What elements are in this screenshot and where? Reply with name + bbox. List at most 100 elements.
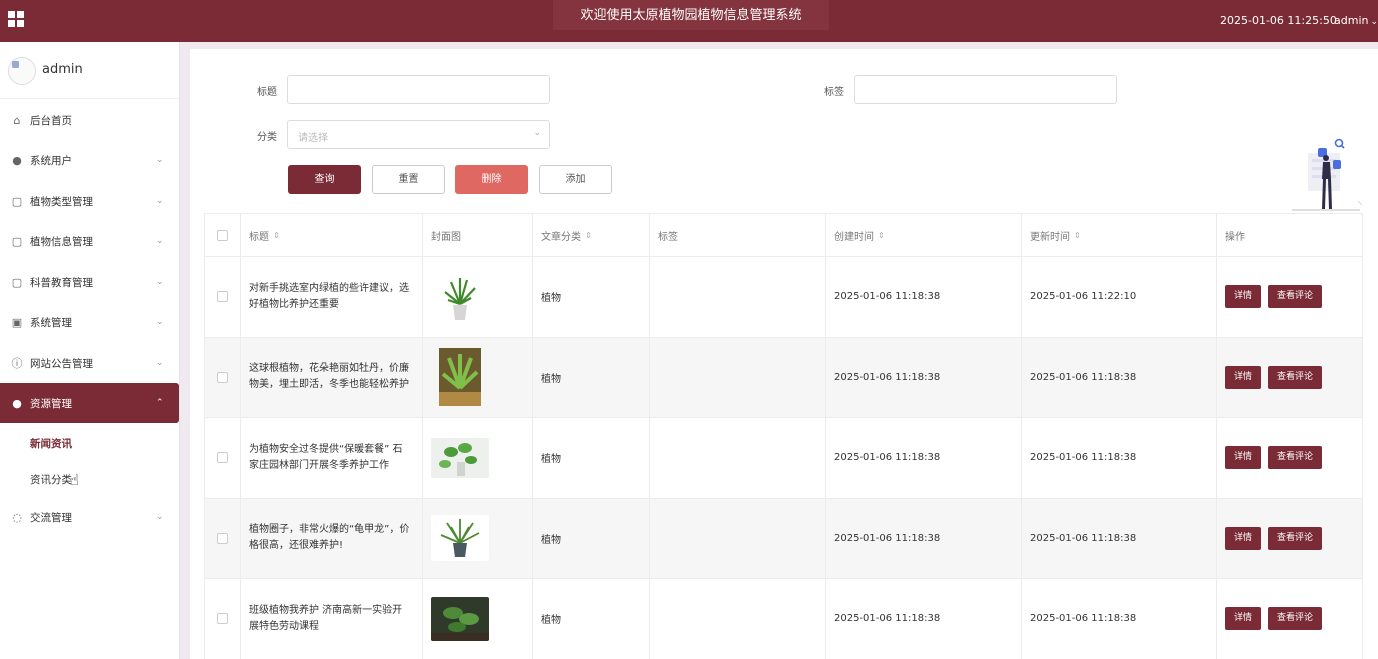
detail-button[interactable]: 详情 (1225, 526, 1262, 550)
row-checkbox[interactable] (217, 291, 228, 303)
view-comments-button[interactable]: 查看评论 (1268, 526, 1323, 550)
sidebar-item-announcements[interactable]: ⓘ 网站公告管理 ⌄ (0, 343, 179, 383)
detail-button[interactable]: 详情 (1225, 365, 1262, 389)
search-illustration (1292, 138, 1363, 211)
sidebar-item-label: 科普教育管理 (30, 276, 93, 289)
header-datetime: 2025-01-06 11:25:50 (1220, 14, 1337, 27)
chevron-up-icon: ⌃ (156, 398, 164, 408)
title-filter-input[interactable] (287, 75, 550, 104)
avatar (8, 57, 36, 85)
row-actions: 详情 查看评论 (1217, 338, 1364, 418)
title-filter-label: 标题 (257, 87, 277, 98)
sidebar-item-communication[interactable]: ◌ 交流管理 ⌄ (0, 497, 179, 537)
col-title-header[interactable]: 标题 ⇕ (241, 214, 423, 256)
row-checkbox[interactable] (217, 532, 228, 544)
doc-icon: ▢ (11, 194, 23, 208)
sidebar-subitem-news[interactable]: 新闻资讯 (30, 436, 72, 451)
row-updated: 2025-01-06 11:18:38 (1022, 418, 1217, 498)
category-select[interactable]: 请选择 ⌄ (287, 120, 550, 149)
row-updated: 2025-01-06 11:18:38 (1022, 337, 1217, 417)
row-created: 2025-01-06 11:18:38 (826, 257, 1022, 337)
category-filter-label: 分类 (257, 132, 277, 143)
sidebar-item-plant-info[interactable]: ▢ 植物信息管理 ⌄ (0, 221, 179, 261)
col-cover-label: 封面图 (431, 231, 461, 243)
sidebar-item-education[interactable]: ▢ 科普教育管理 ⌄ (0, 262, 179, 302)
row-category: 植物 (533, 498, 650, 578)
delete-button[interactable]: 删除 (455, 165, 528, 194)
sidebar-subitem-news-category[interactable]: 资讯分类 (30, 472, 72, 487)
row-title: 为植物安全过冬提供“保暖套餐” 石家庄园林部门开展冬季养护工作 (241, 418, 423, 498)
row-actions: 详情 查看评论 (1217, 579, 1364, 659)
row-created: 2025-01-06 11:18:38 (826, 337, 1022, 417)
row-checkbox[interactable] (217, 452, 228, 464)
sidebar-item-system-users[interactable]: ● 系统用户 ⌄ (0, 140, 179, 180)
category-select-placeholder: 请选择 (298, 133, 328, 144)
col-updated-header[interactable]: 更新时间 ⇕ (1022, 214, 1217, 256)
sort-icon: ⇕ (273, 230, 280, 240)
col-created-label: 创建时间 (834, 231, 874, 243)
row-actions: 详情 查看评论 (1217, 499, 1364, 579)
plant-thumbnail (431, 596, 489, 641)
sidebar-item-system[interactable]: ▣ 系统管理 ⌄ (0, 302, 179, 342)
row-category: 植物 (533, 579, 650, 659)
col-created-header[interactable]: 创建时间 ⇕ (826, 214, 1022, 256)
row-cover-cell (423, 337, 533, 417)
col-title-label: 标题 (249, 231, 269, 243)
reset-button[interactable]: 重置 (372, 165, 445, 194)
detail-button[interactable]: 详情 (1225, 446, 1262, 470)
detail-button[interactable]: 详情 (1225, 607, 1262, 631)
sidebar-item-plant-types[interactable]: ▢ 植物类型管理 ⌄ (0, 181, 179, 221)
view-comments-button[interactable]: 查看评论 (1268, 607, 1323, 631)
info-icon: ⓘ (11, 357, 23, 370)
data-table: 标题 ⇕ 封面图 文章分类 ⇕ 标签 创建时间 ⇕ 更新时间 ⇕ 操作 对新手挑选室内绿… (204, 213, 1363, 659)
tag-filter-input[interactable] (854, 75, 1117, 104)
add-button[interactable]: 添加 (539, 165, 612, 194)
grid-menu-icon[interactable] (8, 11, 25, 28)
chevron-down-icon: ⌄ (156, 236, 164, 246)
header-user-menu[interactable]: admin ⌄ (1334, 14, 1378, 27)
view-comments-button[interactable]: 查看评论 (1268, 365, 1323, 389)
top-bar: 欢迎使用太原植物园植物信息管理系统 2025-01-06 11:25:50 ad… (0, 0, 1378, 42)
doc-icon: ▢ (11, 234, 23, 248)
view-comments-button[interactable]: 查看评论 (1268, 285, 1323, 309)
row-created: 2025-01-06 11:18:38 (826, 418, 1022, 498)
user-icon: ● (12, 153, 22, 167)
sidebar-item-resources[interactable]: ● 资源管理 ⌃ (0, 383, 179, 423)
sort-icon: ⇕ (585, 230, 592, 240)
col-tags-label: 标签 (658, 231, 678, 243)
row-title: 对新手挑选室内绿植的些许建议，选好植物比养护还重要 (241, 257, 423, 337)
col-actions-label: 操作 (1225, 231, 1245, 243)
bulb-icon: ● (12, 396, 22, 410)
row-select-cell (205, 418, 241, 498)
select-all-checkbox[interactable] (217, 229, 228, 241)
table-row: 对新手挑选室内绿植的些许建议，选好植物比养护还重要 植物 2025-01-06 … (205, 257, 1362, 338)
col-actions-header: 操作 (1217, 214, 1364, 256)
main-panel: 标题 标签 分类 请选择 ⌄ 查询 重置 删除 添加 标题 ⇕ 封面图 文章分类 ⇕… (190, 49, 1378, 659)
detail-button[interactable]: 详情 (1225, 285, 1262, 309)
row-cover-cell (423, 418, 533, 498)
row-updated: 2025-01-06 11:18:38 (1022, 498, 1217, 578)
plant-thumbnail (431, 273, 489, 320)
sidebar-username: admin (42, 62, 83, 77)
row-actions: 详情 查看评论 (1217, 257, 1364, 337)
row-select-cell (205, 498, 241, 578)
system-title-box: 欢迎使用太原植物园植物信息管理系统 (553, 0, 829, 30)
chevron-down-icon: ⌄ (533, 128, 541, 138)
row-category: 植物 (533, 257, 650, 337)
row-checkbox[interactable] (217, 613, 228, 625)
row-category: 植物 (533, 418, 650, 498)
row-cover-cell (423, 579, 533, 659)
row-checkbox[interactable] (217, 371, 228, 383)
chevron-down-icon: ⌄ (156, 155, 164, 165)
query-button[interactable]: 查询 (288, 165, 361, 194)
sidebar-item-dashboard[interactable]: ⌂ 后台首页 (0, 100, 179, 140)
col-updated-label: 更新时间 (1030, 231, 1070, 243)
row-select-cell (205, 257, 241, 337)
row-title: 这球根植物，花朵艳丽如牡丹，价廉物美，埋土即活，冬季也能轻松养护 (241, 337, 423, 417)
row-select-cell (205, 579, 241, 659)
sidebar-item-label: 系统管理 (30, 316, 72, 329)
view-comments-button[interactable]: 查看评论 (1268, 446, 1323, 470)
plant-thumbnail (431, 515, 489, 562)
col-category-header[interactable]: 文章分类 ⇕ (533, 214, 650, 256)
row-created: 2025-01-06 11:18:38 (826, 498, 1022, 578)
